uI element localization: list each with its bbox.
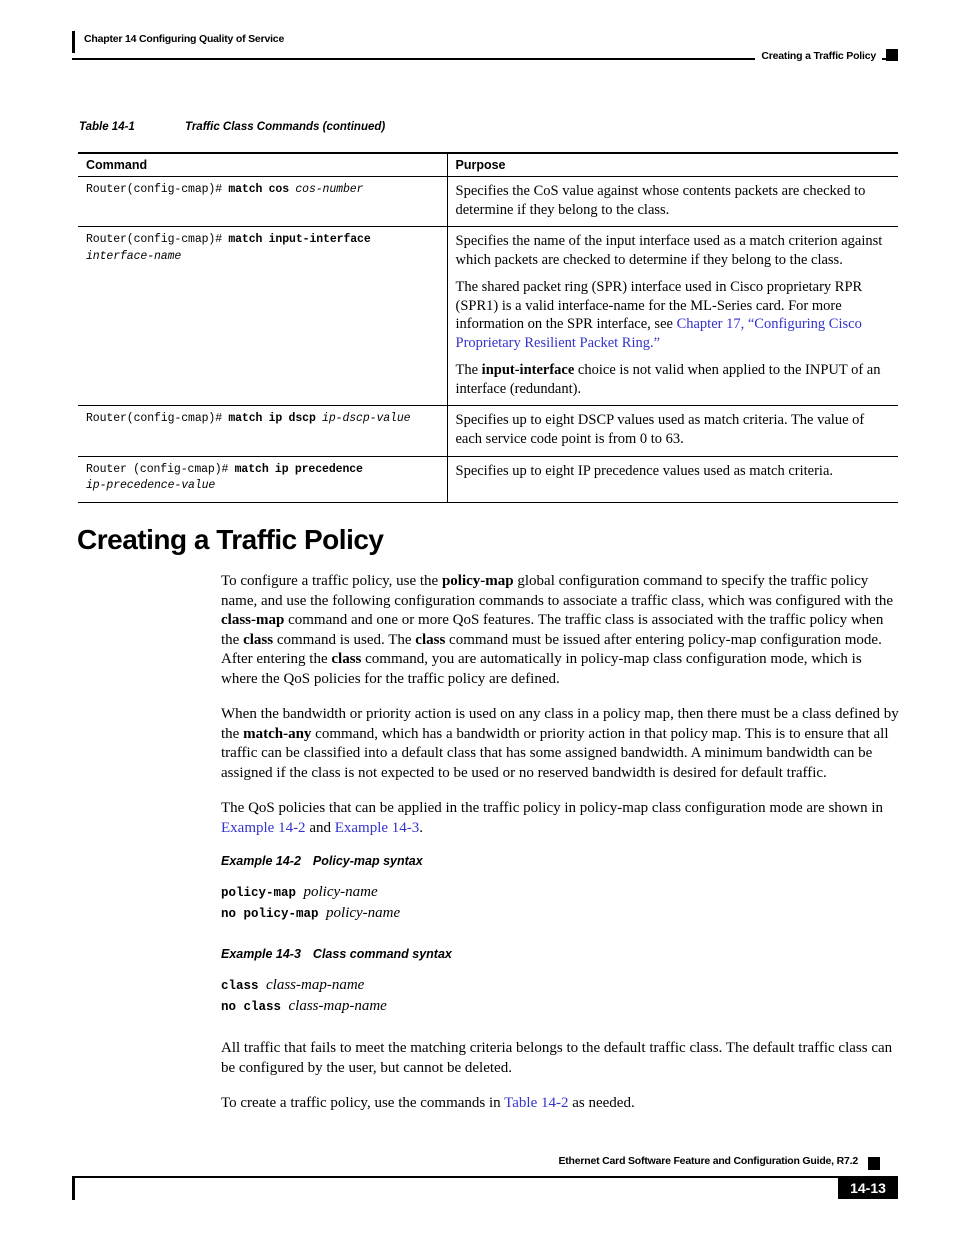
code-command: no policy-map xyxy=(221,907,327,922)
text-run: . xyxy=(419,819,424,836)
purpose-paragraph: The input-interface choice is not valid … xyxy=(456,361,891,398)
paragraph-2: When the bandwidth or priority action is… xyxy=(221,705,899,783)
command-prompt: Router(config-cmap)# xyxy=(86,412,229,426)
purpose-paragraph: Specifies up to eight IP precedence valu… xyxy=(455,462,834,479)
page-number-badge: 14-13 xyxy=(838,1176,898,1199)
example-14-3-code: class class-map-name no class class-map-… xyxy=(221,975,899,1018)
purpose-paragraph: Specifies up to eight DSCP values used a… xyxy=(455,412,865,448)
purpose-paragraph: The shared packet ring (SPR) interface u… xyxy=(456,278,891,352)
table-caption-title: Traffic Class Commands (continued) xyxy=(185,121,386,133)
bold-term: policy-map xyxy=(441,573,514,589)
table-cell-command: Router(config-cmap)# match input-interfa… xyxy=(78,226,447,407)
table-cell-purpose: Specifies the CoS value against whose co… xyxy=(446,176,898,228)
bold-term: class xyxy=(331,651,362,667)
command-keyword: match ip precedence xyxy=(234,462,363,476)
bold-term: class-map xyxy=(221,612,285,628)
footer-left-tick xyxy=(72,1178,75,1200)
code-variable: policy-name xyxy=(303,884,378,900)
bold-term: class xyxy=(243,631,274,648)
command-syntax: Router(config-cmap)# match cos cos-numbe… xyxy=(86,182,439,199)
footer-marker-square xyxy=(868,1157,880,1170)
command-syntax: Router(config-cmap)# match ip dscp ip-ds… xyxy=(86,411,439,428)
command-variable: ip-precedence-value xyxy=(86,479,216,493)
code-variable: policy-name xyxy=(326,905,401,922)
footer-rule xyxy=(72,1176,898,1178)
code-variable: class-map-name xyxy=(288,997,387,1014)
table-caption-number: Table 14-1 xyxy=(79,121,135,133)
text-run: command is used. The xyxy=(273,631,416,648)
text-run: as needed. xyxy=(568,1095,635,1112)
command-keyword: match input-interface xyxy=(228,233,371,247)
command-prompt: Router (config-cmap)# xyxy=(86,462,235,476)
command-keyword: match cos xyxy=(228,183,296,196)
header-marker-square xyxy=(886,49,898,61)
table-14-2-link[interactable]: Table 14-2 xyxy=(504,1095,568,1111)
command-variable: cos-number xyxy=(295,183,364,196)
example-number: Example 14-2 xyxy=(221,854,301,868)
table-cell-command: Router (config-cmap)# match ip precedenc… xyxy=(78,456,447,503)
example-number: Example 14-3 xyxy=(221,946,301,961)
paragraph-4: All traffic that fails to meet the match… xyxy=(221,1040,893,1076)
table-cell-command: Router(config-cmap)# match cos cos-numbe… xyxy=(78,176,447,228)
table-row: Router (config-cmap)# match ip precedenc… xyxy=(78,456,898,503)
example-14-3-link[interactable]: Example 14-3 xyxy=(335,820,420,836)
purpose-paragraph: Specifies the name of the input interfac… xyxy=(455,233,883,268)
purpose-bold-term: input-interface xyxy=(481,362,575,379)
command-variable: interface-name xyxy=(86,249,182,263)
purpose-paragraph: Specifies the CoS value against whose co… xyxy=(455,183,866,218)
code-command: policy-map xyxy=(221,886,304,900)
table-row: Router(config-cmap)# match ip dscp ip-ds… xyxy=(78,405,898,457)
table-cell-purpose: Specifies the name of the input interfac… xyxy=(446,226,898,407)
paragraph-1: To configure a traffic policy, use the p… xyxy=(221,572,899,689)
command-prompt: Router(config-cmap)# xyxy=(86,233,229,247)
command-prompt: Router(config-cmap)# xyxy=(86,183,229,196)
command-syntax: Router(config-cmap)# match input-interfa… xyxy=(86,232,439,265)
table-caption: Table 14-1 Traffic Class Commands (contin… xyxy=(79,121,385,133)
example-label: Class command syntax xyxy=(312,946,452,961)
paragraph-5: To create a traffic policy, use the comm… xyxy=(221,1094,899,1114)
example-14-2-code: policy-map policy-name no policy-map pol… xyxy=(221,882,899,925)
code-variable: class-map-name xyxy=(266,976,365,993)
paragraph-3: The QoS policies that can be applied in … xyxy=(221,799,899,838)
text-run: The QoS policies that can be applied in … xyxy=(221,800,884,816)
table-cell-purpose: Specifies up to eight IP precedence valu… xyxy=(446,456,898,503)
document-page: Chapter 14 Configuring Quality of Servic… xyxy=(0,0,954,1235)
header-left-tick xyxy=(72,31,75,53)
table-column-header-purpose: Purpose xyxy=(446,152,898,177)
command-syntax: Router (config-cmap)# match ip precedenc… xyxy=(86,462,439,495)
code-command: class xyxy=(221,978,267,993)
command-variable: ip-dscp-value xyxy=(322,412,411,426)
text-run: and xyxy=(305,819,335,836)
table-row: Router(config-cmap)# match input-interfa… xyxy=(78,226,898,407)
traffic-class-commands-table: Command Purpose Router(config-cmap)# mat… xyxy=(78,152,898,503)
example-14-2-link[interactable]: Example 14-2 xyxy=(221,820,306,836)
bold-term: class xyxy=(415,631,446,648)
example-label: Policy-map syntax xyxy=(312,854,423,868)
table-cell-command: Router(config-cmap)# match ip dscp ip-ds… xyxy=(78,405,447,457)
text-run: To configure a traffic policy, use the xyxy=(221,573,442,589)
table-header-row: Command Purpose xyxy=(78,152,898,177)
table-cell-purpose: Specifies up to eight DSCP values used a… xyxy=(446,405,898,457)
table-row: Router(config-cmap)# match cos cos-numbe… xyxy=(78,176,898,228)
code-command: no class xyxy=(221,999,289,1014)
bold-term: match-any xyxy=(243,725,312,742)
purpose-text: The xyxy=(455,362,482,379)
text-run: command, which has a bandwidth or priori… xyxy=(221,725,889,781)
text-run: To create a traffic policy, use the comm… xyxy=(221,1095,505,1112)
table-column-header-command: Command xyxy=(78,152,447,177)
body-content: To configure a traffic policy, use the p… xyxy=(221,572,899,1130)
command-keyword: match ip dscp xyxy=(228,412,323,426)
header-section-label: Creating a Traffic Policy xyxy=(755,50,882,62)
page-title: Creating a Traffic Policy xyxy=(77,524,384,555)
example-14-2-title: Example 14-2 Policy-map syntax xyxy=(221,854,899,868)
footer-guide-title: Ethernet Card Software Feature and Confi… xyxy=(558,1155,858,1167)
header-chapter-label: Chapter 14 Configuring Quality of Servic… xyxy=(84,33,285,45)
example-14-3-title: Example 14-3 Class command syntax xyxy=(221,947,899,961)
